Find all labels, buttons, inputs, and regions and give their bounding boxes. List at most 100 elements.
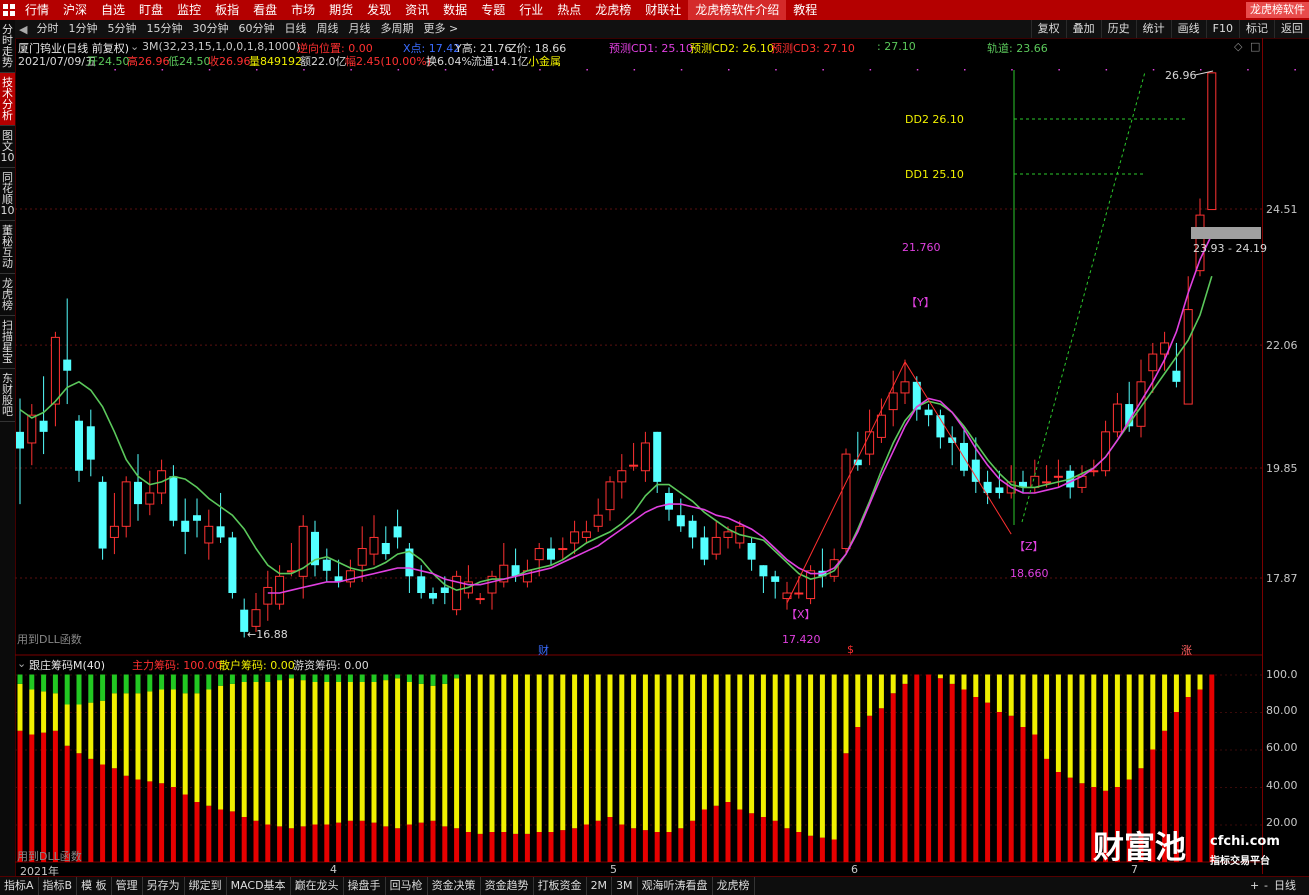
chip-bar-retail <box>996 674 1002 712</box>
signal-dot <box>586 69 588 71</box>
chip-bar-retail <box>985 674 991 703</box>
bottom-tab-limit-fund[interactable]: 打板资金 <box>534 877 587 895</box>
chip-bar-main-force <box>88 758 94 862</box>
dividend-marker[interactable]: $ <box>847 643 854 656</box>
bottom-tab-fund-decision[interactable]: 资金决策 <box>428 877 481 895</box>
chip-bar-main-force <box>395 828 401 862</box>
chip-bar-hot-money <box>253 674 259 682</box>
finance-marker[interactable]: 财 <box>538 642 549 658</box>
chip-bar-main-force <box>277 826 283 862</box>
bottom-tab-manage[interactable]: 管理 <box>112 877 143 895</box>
chip-bar-main-force <box>548 832 554 862</box>
chip-bar-retail <box>489 674 495 832</box>
candle-body <box>169 476 178 521</box>
chip-bar-retail <box>383 680 389 827</box>
chip-bar-main-force <box>253 820 259 862</box>
candle-body <box>429 593 437 599</box>
price-tick-1: 24.51 <box>1266 203 1298 216</box>
signal-dot <box>1105 69 1108 71</box>
chip-bar-hot-money <box>324 674 330 682</box>
candle-body <box>558 548 568 551</box>
sub-chart-title[interactable]: 跟庄筹码M(40) <box>29 657 105 673</box>
period-indicator[interactable]: 日线 <box>1274 877 1296 895</box>
signal-dot <box>633 69 636 71</box>
chip-bar-retail <box>218 685 224 810</box>
candle-body <box>134 481 142 505</box>
candle-body <box>794 592 804 595</box>
chip-bar-retail <box>878 674 884 709</box>
candle-body <box>581 531 591 538</box>
candle-body <box>640 442 650 472</box>
chip-bar-retail <box>76 704 82 754</box>
sub-collapse-icon[interactable]: ⌄ <box>17 657 26 670</box>
chip-bar-main-force <box>194 802 200 862</box>
bottom-tab-bind-to[interactable]: 绑定到 <box>185 877 227 895</box>
bottom-tab-macd[interactable]: MACD基本 <box>227 877 291 895</box>
main-force-chips: 主力筹码: 100.00 <box>132 659 222 672</box>
chip-bar-retail <box>961 674 967 690</box>
price-tick-2: 22.06 <box>1266 339 1298 352</box>
chip-bar-retail <box>1162 674 1168 731</box>
chip-bar-retail <box>690 674 696 821</box>
chip-bar-main-force <box>430 820 436 862</box>
chip-bar-hot-money <box>277 674 283 681</box>
candle-body <box>676 515 685 527</box>
bottom-tab-save-as[interactable]: 另存为 <box>143 877 185 895</box>
chip-bar-retail <box>1067 674 1073 778</box>
zoom-in-icon[interactable]: + <box>1250 877 1259 895</box>
chip-bar-retail <box>772 674 778 821</box>
chip-bar-main-force <box>406 824 412 862</box>
chip-bar-hot-money <box>406 674 412 682</box>
chip-bar-main-force <box>949 683 955 862</box>
bottom-tab-indicator-b[interactable]: 指标B <box>39 877 78 895</box>
chip-bar-retail <box>831 674 837 840</box>
chip-bar-main-force <box>524 833 530 862</box>
chip-bar-main-force <box>878 708 884 862</box>
chip-bar-retail <box>631 674 637 829</box>
candle-body <box>900 381 910 394</box>
signal-dot <box>1294 69 1296 71</box>
chip-bar-main-force <box>772 820 778 862</box>
bottom-tab-guanhai[interactable]: 观海听涛看盘 <box>638 877 713 895</box>
candle-body <box>924 409 933 416</box>
signal-dot <box>775 69 777 71</box>
chip-bar-main-force <box>64 745 70 862</box>
chip-bar-main-force <box>654 832 660 862</box>
candle-body <box>145 492 155 505</box>
chip-bar-retail <box>949 674 955 684</box>
candle-body <box>617 470 627 483</box>
chip-bar-retail <box>277 680 283 827</box>
chip-bar-main-force <box>1020 727 1026 862</box>
zoom-out-icon[interactable]: - <box>1264 877 1268 895</box>
candle-body <box>381 542 390 555</box>
chip-bar-retail <box>300 680 306 827</box>
bottom-tab-dragon-tiger[interactable]: 龙虎榜 <box>713 877 755 895</box>
candle-body <box>275 575 285 605</box>
chip-bar-main-force <box>749 813 755 862</box>
bottom-tab-leader[interactable]: 巅在龙头 <box>291 877 344 895</box>
z-point-label: 【Z】 <box>1014 540 1044 553</box>
chip-bar-main-force <box>182 794 188 862</box>
bottom-tab-3m[interactable]: 3M <box>612 877 638 895</box>
chip-bar-main-force <box>666 832 672 862</box>
bottom-tab-trader[interactable]: 操盘手 <box>344 877 386 895</box>
candle-body <box>75 420 83 471</box>
bottom-tab-2m[interactable]: 2M <box>587 877 613 895</box>
kline-chart[interactable] <box>0 0 1309 894</box>
limit-up-marker[interactable]: 涨 <box>1181 642 1192 658</box>
chip-bar-retail <box>111 693 117 769</box>
chip-bar-main-force <box>312 824 318 862</box>
candle-body <box>1207 72 1217 211</box>
chip-bar-main-force <box>100 764 106 862</box>
candle-body <box>547 548 555 560</box>
chip-bar-hot-money <box>336 674 342 682</box>
chip-bar-main-force <box>241 817 247 862</box>
bottom-tab-template[interactable]: 模 板 <box>77 877 112 895</box>
bottom-tab-indicator-a[interactable]: 指标A <box>0 877 39 895</box>
bottom-tab-pullback[interactable]: 回马枪 <box>386 877 428 895</box>
chip-bar-main-force <box>359 820 365 862</box>
chip-bar-retail <box>88 702 94 759</box>
signal-dot <box>822 69 824 71</box>
bottom-tab-fund-trend[interactable]: 资金趋势 <box>481 877 534 895</box>
chip-bar-hot-money <box>170 674 176 690</box>
